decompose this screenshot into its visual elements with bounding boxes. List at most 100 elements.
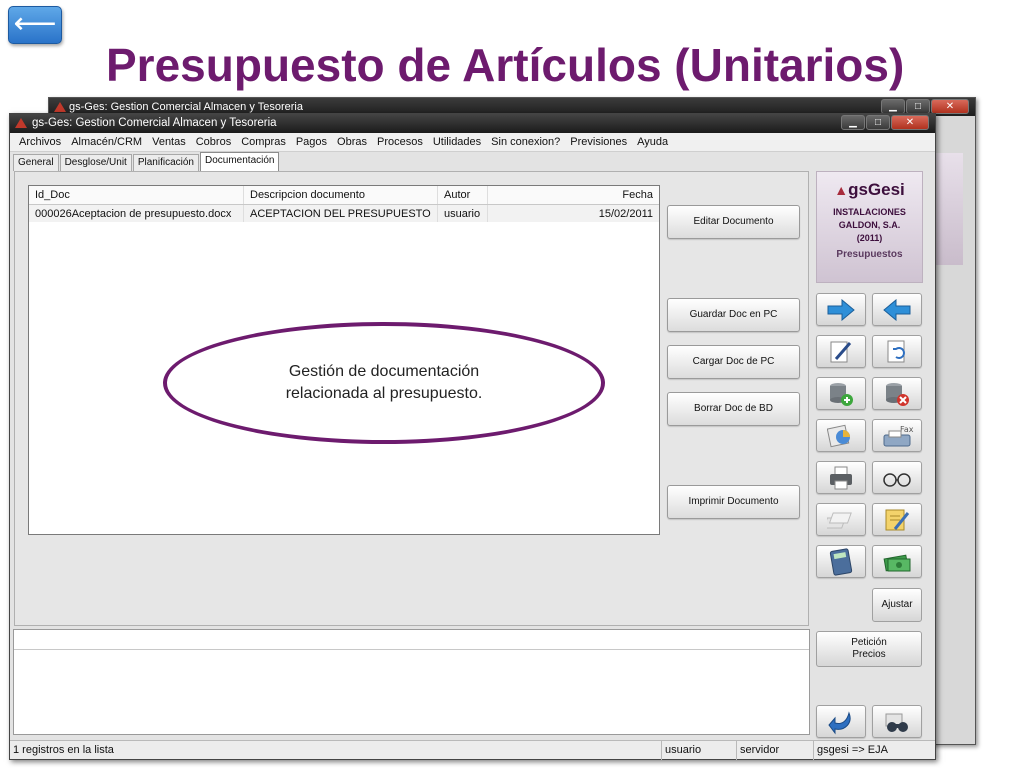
status-server: servidor	[736, 741, 779, 760]
notes-header-strip	[14, 630, 809, 650]
save-document-pc-button[interactable]: Guardar Doc en PC	[667, 298, 800, 332]
status-bar: 1 registros en la lista usuario servidor…	[10, 740, 935, 760]
background-window-title: gs-Ges: Gestion Comercial Almacen y Teso…	[69, 101, 303, 113]
report-chart-button[interactable]	[816, 419, 866, 452]
cell-descripcion: ACEPTACION DEL PRESUPUESTO	[244, 205, 438, 222]
edit-document-button[interactable]: Editar Documento	[667, 205, 800, 239]
menu-bar: Archivos Almacén/CRM Ventas Cobros Compr…	[10, 133, 935, 152]
background-brand-panel	[933, 153, 963, 265]
arrow-left-icon	[883, 298, 911, 321]
side-toolbar: ▲gsGesi INSTALACIONES GALDON, S.A. (2011…	[816, 171, 930, 741]
column-header-id-doc[interactable]: Id_Doc	[29, 186, 244, 204]
window-controls: ▁ □ ✕	[841, 115, 929, 130]
tab-general[interactable]: General	[13, 154, 59, 171]
print-document-button[interactable]: Imprimir Documento	[667, 485, 800, 519]
menu-cobros[interactable]: Cobros	[191, 133, 236, 152]
maximize-button[interactable]: □	[866, 115, 890, 130]
copy-pages-button[interactable]	[816, 503, 866, 536]
brand-logo: ▲gsGesi	[834, 180, 905, 199]
adjust-button[interactable]: Ajustar	[872, 588, 922, 622]
notes-button[interactable]	[872, 503, 922, 536]
menu-ayuda[interactable]: Ayuda	[632, 133, 673, 152]
tab-bar: General Desglose/Unit Planificación Docu…	[10, 152, 935, 171]
chart-report-icon	[827, 424, 850, 447]
menu-sin-conexion[interactable]: Sin conexion?	[486, 133, 565, 152]
slide-title: Presupuesto de Artículos (Unitarios)	[106, 39, 905, 91]
menu-almacen-crm[interactable]: Almacén/CRM	[66, 133, 147, 152]
add-database-button[interactable]	[816, 377, 866, 410]
background-window-controls: ▁ □ ✕	[881, 99, 969, 114]
table-row[interactable]: 000026Aceptacion de presupuesto.docx ACE…	[29, 205, 659, 222]
module-name: Presupuestos	[836, 249, 903, 260]
tab-documentacion[interactable]: Documentación	[200, 152, 280, 171]
callout-text: Gestión de documentación relacionada al …	[285, 363, 483, 402]
menu-previsiones[interactable]: Previsiones	[565, 133, 632, 152]
delete-database-button[interactable]	[872, 377, 922, 410]
calculator-button[interactable]	[816, 545, 866, 578]
back-arrow-icon: ⟵	[13, 7, 57, 40]
menu-ventas[interactable]: Ventas	[147, 133, 191, 152]
undo-document-button[interactable]	[872, 335, 922, 368]
cell-id-doc: 000026Aceptacion de presupuesto.docx	[29, 205, 244, 222]
money-button[interactable]	[872, 545, 922, 578]
fax-icon: Fax	[883, 425, 914, 446]
brand-panel: ▲gsGesi INSTALACIONES GALDON, S.A. (2011…	[816, 171, 923, 283]
document-undo-icon	[887, 340, 905, 362]
menu-utilidades[interactable]: Utilidades	[428, 133, 486, 152]
calculator-icon	[829, 547, 853, 576]
load-document-pc-button[interactable]: Cargar Doc de PC	[667, 345, 800, 379]
app-logo-icon	[54, 102, 66, 112]
back-arrow-button[interactable]: ⟵	[8, 6, 62, 44]
menu-archivos[interactable]: Archivos	[14, 133, 66, 152]
svg-text:Fax: Fax	[900, 425, 914, 434]
previous-record-button[interactable]	[872, 293, 922, 326]
app-logo-icon	[15, 118, 27, 128]
close-button[interactable]: ✕	[891, 115, 929, 130]
print-button[interactable]	[816, 461, 866, 494]
notes-panel[interactable]	[13, 629, 810, 735]
background-maximize-button[interactable]: □	[906, 99, 930, 114]
cell-autor: usuario	[438, 205, 488, 222]
callout-ellipse: Gestión de documentación relacionada al …	[163, 322, 605, 444]
glasses-icon	[883, 472, 911, 487]
status-user: usuario	[661, 741, 701, 760]
minimize-button[interactable]: ▁	[841, 115, 865, 130]
column-header-fecha[interactable]: Fecha	[488, 186, 659, 204]
database-add-icon	[830, 382, 853, 406]
records-count: 1 registros en la lista	[13, 744, 114, 756]
price-request-button[interactable]: Petición Precios	[816, 631, 922, 667]
preview-button[interactable]	[872, 461, 922, 494]
company-name-line2: GALDON, S.A.	[838, 220, 901, 230]
next-record-button[interactable]	[816, 293, 866, 326]
cell-fecha: 15/02/2011	[598, 208, 653, 220]
search-records-button[interactable]	[872, 705, 922, 738]
main-window: gs-Ges: Gestion Comercial Almacen y Teso…	[9, 113, 936, 760]
menu-obras[interactable]: Obras	[332, 133, 372, 152]
menu-procesos[interactable]: Procesos	[372, 133, 428, 152]
pen-edit-icon	[830, 341, 852, 362]
window-title: gs-Ges: Gestion Comercial Almacen y Teso…	[32, 117, 277, 129]
column-header-descripcion[interactable]: Descripcion documento	[244, 186, 438, 204]
company-year: (2011)	[856, 233, 883, 243]
tab-planificacion[interactable]: Planificación	[132, 154, 199, 171]
documents-list-header: Id_Doc Descripcion documento Autor Fecha	[29, 186, 659, 205]
edit-record-button[interactable]	[816, 335, 866, 368]
delete-document-db-button[interactable]: Borrar Doc de BD	[667, 392, 800, 426]
binoculars-icon	[885, 713, 908, 732]
money-bills-icon	[883, 554, 911, 571]
return-button[interactable]	[816, 705, 866, 738]
background-close-button[interactable]: ✕	[931, 99, 969, 114]
stacked-pages-icon	[827, 512, 852, 528]
menu-compras[interactable]: Compras	[236, 133, 291, 152]
background-minimize-button[interactable]: ▁	[881, 99, 905, 114]
notepad-pencil-icon	[885, 509, 910, 530]
tab-desglose-unit[interactable]: Desglose/Unit	[59, 154, 132, 171]
brand-logo-icon: ▲	[834, 182, 849, 198]
return-arrow-icon	[828, 710, 851, 734]
company-name-line1: INSTALACIONES	[833, 207, 906, 217]
printer-icon	[830, 466, 852, 489]
menu-pagos[interactable]: Pagos	[291, 133, 332, 152]
status-database: gsgesi => EJA	[813, 741, 888, 760]
column-header-autor[interactable]: Autor	[438, 186, 488, 204]
fax-button[interactable]: Fax	[872, 419, 922, 452]
